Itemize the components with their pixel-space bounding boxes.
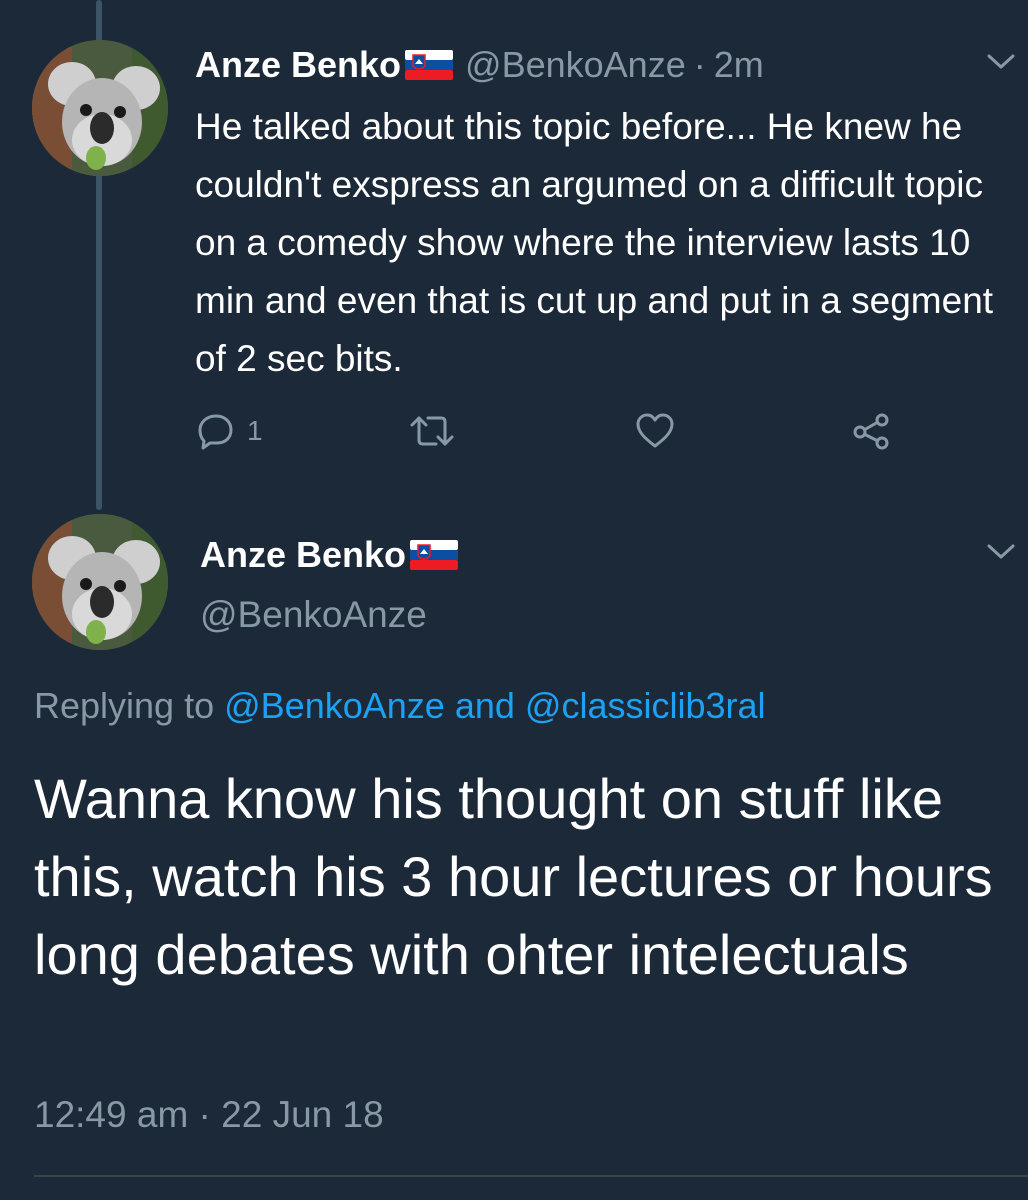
koala-avatar-image	[32, 514, 168, 650]
replying-and[interactable]: and	[455, 685, 515, 726]
slovenia-flag-icon	[405, 50, 454, 80]
mention-link[interactable]: @classiclib3ral	[525, 685, 766, 726]
like-button[interactable]	[635, 412, 675, 450]
author-handle[interactable]: @BenkoAnze	[200, 594, 427, 636]
mention-link[interactable]: @BenkoAnze	[224, 685, 445, 726]
koala-avatar-image	[32, 40, 168, 176]
reply-button[interactable]: 1	[197, 412, 263, 450]
author-name[interactable]: Anze Benko	[195, 44, 401, 86]
tweet-time[interactable]: 2m	[714, 44, 764, 86]
reply-count: 1	[247, 415, 263, 446]
share-icon	[853, 413, 889, 450]
tweet-text: Wanna know his thought on stuff like thi…	[34, 767, 993, 986]
separator-dot: ·	[693, 44, 706, 85]
tweet-timestamp[interactable]: 12:49 am · 22 Jun 18	[34, 1094, 384, 1136]
author-handle[interactable]: @BenkoAnze	[465, 44, 686, 86]
chevron-down-icon[interactable]	[986, 542, 1016, 562]
chevron-down-icon[interactable]	[986, 52, 1016, 72]
share-button[interactable]	[851, 412, 891, 450]
tweet-header: Anze Benko @BenkoAnze · 2m	[195, 44, 764, 86]
tweet-actions: 1	[195, 412, 915, 456]
avatar[interactable]	[32, 40, 168, 176]
avatar[interactable]	[32, 514, 168, 650]
reply-icon	[198, 414, 233, 450]
divider	[34, 1175, 1028, 1177]
tweet-header: Anze Benko	[200, 534, 470, 576]
retweet-button[interactable]	[410, 412, 454, 450]
slovenia-flag-icon	[410, 540, 459, 570]
author-name[interactable]: Anze Benko	[200, 534, 406, 576]
like-icon	[636, 413, 674, 448]
tweet-text: He talked about this topic before... He …	[195, 106, 994, 379]
retweet-icon	[410, 416, 454, 446]
replying-to-line: Replying to @BenkoAnze and @classiclib3r…	[34, 685, 766, 727]
replying-prefix: Replying to	[34, 685, 215, 726]
